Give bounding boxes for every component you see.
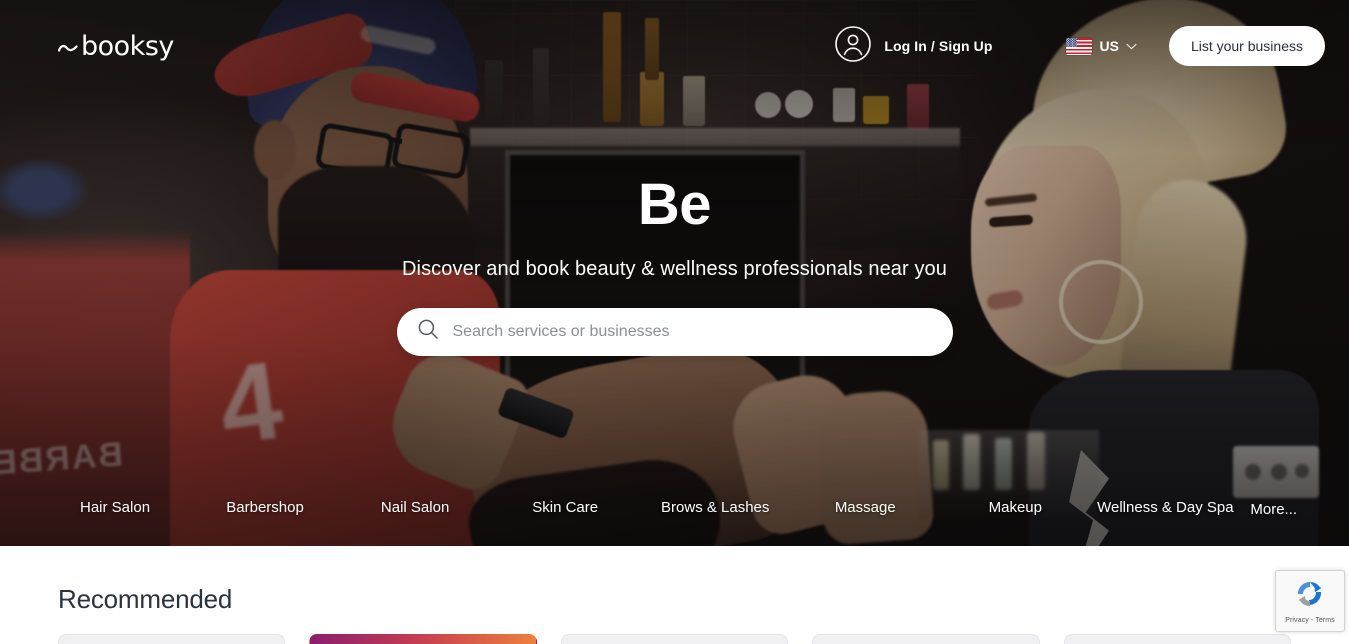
category-skin-care[interactable]: Skin Care xyxy=(490,499,640,516)
booksy-swoosh-icon xyxy=(57,30,78,61)
chevron-down-icon xyxy=(1126,37,1137,55)
category-wellness-day-spa[interactable]: Wellness & Day Spa xyxy=(1090,499,1240,516)
recommended-card[interactable] xyxy=(560,634,789,644)
recommended-card[interactable] xyxy=(1063,634,1292,644)
hero-content: Be Discover and book beauty & wellness p… xyxy=(0,172,1349,356)
category-massage[interactable]: Massage xyxy=(790,499,940,516)
category-nav: Hair Salon Barbershop Nail Salon Skin Ca… xyxy=(0,499,1349,518)
list-your-business-button[interactable]: List your business xyxy=(1168,26,1325,66)
recommended-heading: Recommended xyxy=(58,584,233,614)
main-content: Recommended xyxy=(0,546,1349,644)
booksy-logo[interactable]: booksy xyxy=(57,30,174,63)
recaptcha-badge[interactable]: Privacy - Terms xyxy=(1275,570,1345,632)
page-root: BARBE 4 xyxy=(0,0,1349,644)
header-actions: Log In / Sign Up US List your business xyxy=(834,25,1325,68)
recommended-card[interactable] xyxy=(58,634,286,644)
booksy-logo-text: booksy xyxy=(81,30,174,62)
us-flag-icon xyxy=(1066,37,1093,55)
search-input[interactable] xyxy=(452,322,933,341)
locale-selector[interactable]: US xyxy=(1066,37,1137,55)
category-makeup[interactable]: Makeup xyxy=(940,499,1090,516)
hero-search-bar[interactable] xyxy=(396,307,953,356)
category-more[interactable]: More... xyxy=(1240,501,1309,518)
login-signup-label: Log In / Sign Up xyxy=(884,38,993,54)
recaptcha-icon xyxy=(1294,578,1326,615)
search-icon xyxy=(417,318,439,345)
hero-subtitle: Discover and book beauty & wellness prof… xyxy=(402,257,947,280)
site-header: booksy Log In / Sign Up US List your bus… xyxy=(0,0,1349,92)
recommended-card[interactable] xyxy=(309,634,537,644)
recaptcha-privacy-terms[interactable]: Privacy - Terms xyxy=(1285,617,1335,624)
recommended-cards-row xyxy=(58,634,1292,644)
login-signup-button[interactable]: Log In / Sign Up xyxy=(834,25,992,68)
category-barbershop[interactable]: Barbershop xyxy=(190,499,340,516)
hero-title: Be xyxy=(637,172,712,237)
recommended-card[interactable] xyxy=(812,634,1040,644)
locale-code: US xyxy=(1099,38,1119,54)
hero-banner: BARBE 4 xyxy=(0,0,1349,546)
category-brows-lashes[interactable]: Brows & Lashes xyxy=(640,499,790,516)
category-hair-salon[interactable]: Hair Salon xyxy=(40,499,190,516)
category-nail-salon[interactable]: Nail Salon xyxy=(340,499,490,516)
user-avatar-icon xyxy=(834,25,872,68)
